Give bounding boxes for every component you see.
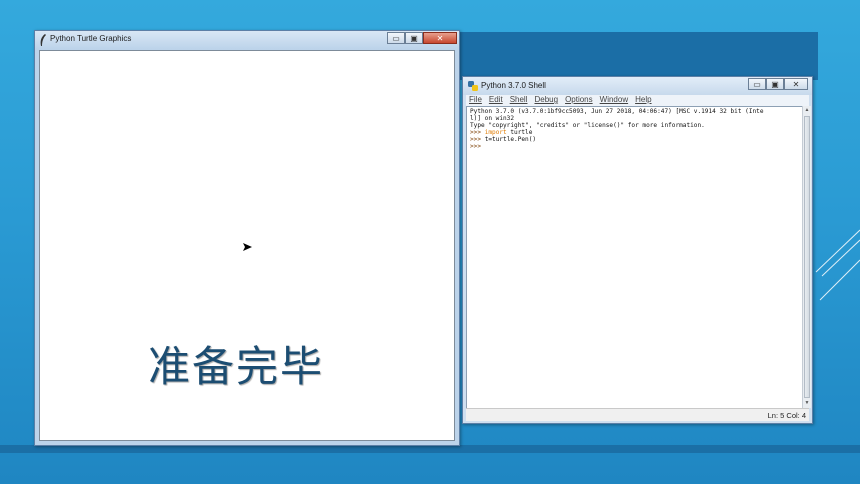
menu-edit[interactable]: Edit xyxy=(489,95,503,106)
shell-window-title: Python 3.7.0 Shell xyxy=(481,81,546,90)
menu-debug[interactable]: Debug xyxy=(534,95,558,106)
turtle-canvas[interactable]: 准备完毕 xyxy=(39,50,455,441)
decorative-lines-icon xyxy=(815,229,860,301)
shell-window-titlebar[interactable]: Python 3.7.0 Shell ▭ ▣ ✕ xyxy=(463,77,812,95)
shell-line: t=turtle.Pen() xyxy=(484,136,537,143)
minimize-button[interactable]: ▭ xyxy=(387,32,405,44)
cursor-position: Ln: 5 Col: 4 xyxy=(767,411,806,420)
feather-icon xyxy=(40,34,46,46)
scroll-up-icon[interactable]: ▲ xyxy=(803,107,811,114)
shell-output: Python 3.7.0 (v3.7.0:1bf9cc5093, Jun 27 … xyxy=(470,108,800,150)
python-shell-window[interactable]: Python 3.7.0 Shell ▭ ▣ ✕ File Edit Shell… xyxy=(462,76,813,424)
decorative-stripe xyxy=(0,445,860,453)
shell-window-controls: ▭ ▣ ✕ xyxy=(748,78,808,91)
decorative-panel xyxy=(460,32,818,80)
turtle-window-title: Python Turtle Graphics xyxy=(50,34,132,43)
menu-file[interactable]: File xyxy=(469,95,482,106)
turtle-window-controls: ▭ ▣ ✕ xyxy=(387,32,457,45)
shell-text-area[interactable]: Python 3.7.0 (v3.7.0:1bf9cc5093, Jun 27 … xyxy=(466,106,803,410)
shell-prompt: >>> xyxy=(470,136,485,143)
turtle-window-titlebar[interactable]: Python Turtle Graphics ▭ ▣ ✕ xyxy=(35,31,459,49)
minimize-button[interactable]: ▭ xyxy=(748,78,766,90)
shell-line: l)] on win32 xyxy=(470,115,515,122)
maximize-button[interactable]: ▣ xyxy=(766,78,784,90)
slide-background: Python Turtle Graphics ▭ ▣ ✕ 准备完毕 Python… xyxy=(0,0,860,484)
menu-shell[interactable]: Shell xyxy=(510,95,528,106)
scroll-thumb[interactable] xyxy=(804,116,810,398)
menu-window[interactable]: Window xyxy=(600,95,628,106)
keyword-import: import xyxy=(484,129,507,136)
menu-options[interactable]: Options xyxy=(565,95,593,106)
shell-menubar: File Edit Shell Debug Options Window Hel… xyxy=(466,95,809,106)
python-icon xyxy=(468,81,478,91)
close-button[interactable]: ✕ xyxy=(784,78,808,90)
turtle-arrow-icon xyxy=(243,243,252,251)
turtle-graphics-window[interactable]: Python Turtle Graphics ▭ ▣ ✕ 准备完毕 xyxy=(34,30,460,446)
maximize-button[interactable]: ▣ xyxy=(405,32,423,44)
shell-line: Python 3.7.0 (v3.7.0:1bf9cc5093, Jun 27 … xyxy=(470,108,764,115)
shell-prompt: >>> xyxy=(470,129,485,136)
close-button[interactable]: ✕ xyxy=(423,32,457,44)
shell-prompt: >>> xyxy=(470,143,485,150)
ready-caption: 准备完毕 xyxy=(148,342,325,391)
menu-help[interactable]: Help xyxy=(635,95,651,106)
scroll-down-icon[interactable]: ▼ xyxy=(803,400,811,407)
shell-line: turtle xyxy=(506,129,533,136)
shell-line: Type "copyright", "credits" or "license(… xyxy=(470,122,705,129)
shell-statusbar: Ln: 5 Col: 4 xyxy=(466,408,809,421)
vertical-scrollbar[interactable]: ▲ ▼ xyxy=(802,106,811,408)
